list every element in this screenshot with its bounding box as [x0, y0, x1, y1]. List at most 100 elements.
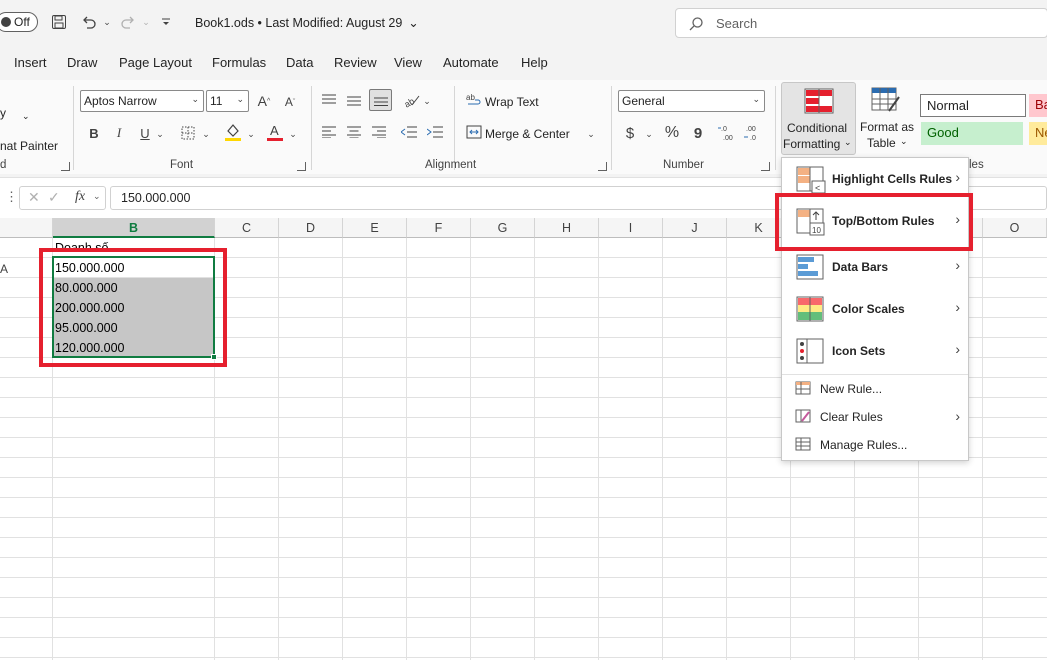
- save-icon[interactable]: [49, 12, 69, 32]
- tab-data[interactable]: Data: [286, 55, 313, 70]
- chevron-down-icon[interactable]: ⌄: [421, 91, 433, 111]
- align-middle-icon[interactable]: [345, 91, 363, 109]
- column-header-c[interactable]: C: [215, 218, 279, 238]
- chevron-down-icon[interactable]: ⌄: [585, 124, 597, 144]
- insert-function-button[interactable]: fx: [75, 189, 85, 205]
- redo-icon[interactable]: [118, 12, 138, 32]
- font-name-select[interactable]: Aptos Narrow ⌄: [80, 90, 204, 112]
- decrease-indent-icon[interactable]: [400, 123, 418, 141]
- menu-item-manage-rules[interactable]: Manage Rules...: [782, 433, 968, 457]
- menu-item-new-rule[interactable]: New Rule...: [782, 377, 968, 401]
- comma-style-button[interactable]: 9: [690, 123, 706, 143]
- currency-button[interactable]: $: [622, 123, 638, 143]
- autosave-label: Off: [14, 15, 30, 29]
- font-name-value: Aptos Narrow: [84, 94, 157, 108]
- chevron-down-icon[interactable]: ⌄: [287, 124, 299, 144]
- redo-dropdown-icon[interactable]: ⌄: [136, 12, 156, 32]
- borders-icon[interactable]: [178, 123, 198, 143]
- merge-center-button[interactable]: Merge & Center: [485, 127, 570, 141]
- menu-item-data-bars[interactable]: Data Bars ›: [782, 248, 968, 288]
- style-neutral[interactable]: Ne: [1029, 122, 1047, 145]
- autosave-toggle[interactable]: Off: [0, 12, 38, 32]
- number-launcher-icon[interactable]: [761, 162, 770, 171]
- chevron-down-icon[interactable]: ⌄: [154, 124, 166, 144]
- align-top-icon[interactable]: [320, 91, 338, 109]
- alignment-launcher-icon[interactable]: [598, 162, 607, 171]
- column-header-o[interactable]: O: [983, 218, 1047, 238]
- grid-line: [0, 577, 1047, 578]
- font-launcher-icon[interactable]: [297, 162, 306, 171]
- column-header-j[interactable]: J: [663, 218, 727, 238]
- font-size-select[interactable]: 11 ⌄: [206, 90, 249, 112]
- number-format-select[interactable]: General ⌄: [618, 90, 765, 112]
- menu-item-label: Highlight Cells Rules: [832, 172, 953, 186]
- conditional-formatting-button[interactable]: Conditional Formatting ⌄: [781, 82, 856, 155]
- column-header-f[interactable]: F: [407, 218, 471, 238]
- underline-button[interactable]: U: [136, 123, 154, 143]
- style-good[interactable]: Good: [921, 122, 1023, 145]
- column-header-h[interactable]: H: [535, 218, 599, 238]
- wrap-text-button[interactable]: Wrap Text: [485, 95, 539, 109]
- column-header-i[interactable]: I: [599, 218, 663, 238]
- format-painter-button[interactable]: nat Painter: [0, 139, 58, 153]
- svg-text:<: <: [815, 183, 820, 193]
- tab-formulas[interactable]: Formulas: [212, 55, 266, 70]
- chevron-down-icon[interactable]: ⌄: [22, 111, 30, 122]
- tab-view[interactable]: View: [394, 55, 422, 70]
- cell-a-fragment[interactable]: A: [0, 262, 8, 276]
- tab-review[interactable]: Review: [334, 55, 377, 70]
- align-center-icon[interactable]: [345, 123, 363, 141]
- align-bottom-icon[interactable]: [369, 89, 392, 111]
- tab-draw[interactable]: Draw: [67, 55, 97, 70]
- increase-decimal-icon[interactable]: .0.00: [716, 122, 738, 144]
- enter-check-icon[interactable]: ✓: [48, 189, 60, 206]
- style-normal[interactable]: Normal: [920, 94, 1026, 117]
- column-header-b[interactable]: B: [53, 218, 215, 238]
- menu-item-clear-rules[interactable]: Clear Rules ›: [782, 405, 968, 429]
- align-left-icon[interactable]: [320, 123, 338, 141]
- tab-help[interactable]: Help: [521, 55, 548, 70]
- conditional-formatting-icon: [804, 88, 834, 114]
- more-options-icon[interactable]: ⋮: [5, 189, 18, 205]
- fill-color-icon[interactable]: [222, 121, 244, 143]
- svg-text:.0: .0: [750, 135, 756, 142]
- percent-button[interactable]: %: [662, 123, 682, 143]
- clipboard-launcher-icon[interactable]: [61, 162, 70, 171]
- decrease-font-size-icon[interactable]: Aˇ: [280, 93, 300, 111]
- menu-item-color-scales[interactable]: Color Scales ›: [782, 290, 968, 330]
- search-placeholder: Search: [716, 16, 758, 31]
- chevron-right-icon: ›: [955, 341, 960, 357]
- undo-dropdown-icon[interactable]: ⌄: [97, 12, 117, 32]
- chevron-down-icon[interactable]: ⌄: [200, 124, 212, 144]
- increase-font-size-icon[interactable]: A ^: [254, 92, 274, 110]
- tab-page-layout[interactable]: Page Layout: [119, 55, 192, 70]
- orientation-icon[interactable]: ab: [400, 90, 422, 110]
- column-header-g[interactable]: G: [471, 218, 535, 238]
- style-bad[interactable]: Ba: [1029, 94, 1047, 117]
- undo-icon[interactable]: [79, 12, 99, 32]
- chevron-right-icon: ›: [955, 299, 960, 315]
- tab-automate[interactable]: Automate: [443, 55, 499, 70]
- search-box[interactable]: Search: [675, 8, 1047, 38]
- menu-item-label: Icon Sets: [832, 344, 886, 358]
- bold-button[interactable]: B: [85, 123, 103, 143]
- column-header-a[interactable]: [0, 218, 53, 238]
- italic-button[interactable]: I: [110, 123, 128, 143]
- customize-qat-icon[interactable]: [156, 12, 176, 32]
- font-color-icon[interactable]: A: [264, 121, 286, 143]
- tab-insert[interactable]: Insert: [14, 55, 47, 70]
- document-title[interactable]: Book1.ods • Last Modified: August 29 ⌄: [195, 15, 419, 30]
- decrease-decimal-icon[interactable]: .00.0: [742, 122, 764, 144]
- format-as-table-button[interactable]: Format as Table ⌄: [859, 82, 914, 155]
- chevron-down-icon[interactable]: ⌄: [643, 124, 655, 144]
- column-header-d[interactable]: D: [279, 218, 343, 238]
- format-as-table-label-1: Format as: [860, 120, 915, 134]
- chevron-down-icon[interactable]: ⌄: [245, 124, 257, 144]
- cancel-icon[interactable]: ✕: [28, 189, 40, 206]
- increase-indent-icon[interactable]: [426, 123, 444, 141]
- menu-item-icon-sets[interactable]: Icon Sets ›: [782, 332, 968, 372]
- column-header-e[interactable]: E: [343, 218, 407, 238]
- chevron-down-icon[interactable]: ⌄: [93, 191, 101, 202]
- align-right-icon[interactable]: [370, 123, 388, 141]
- paste-options-icon[interactable]: y: [0, 106, 6, 120]
